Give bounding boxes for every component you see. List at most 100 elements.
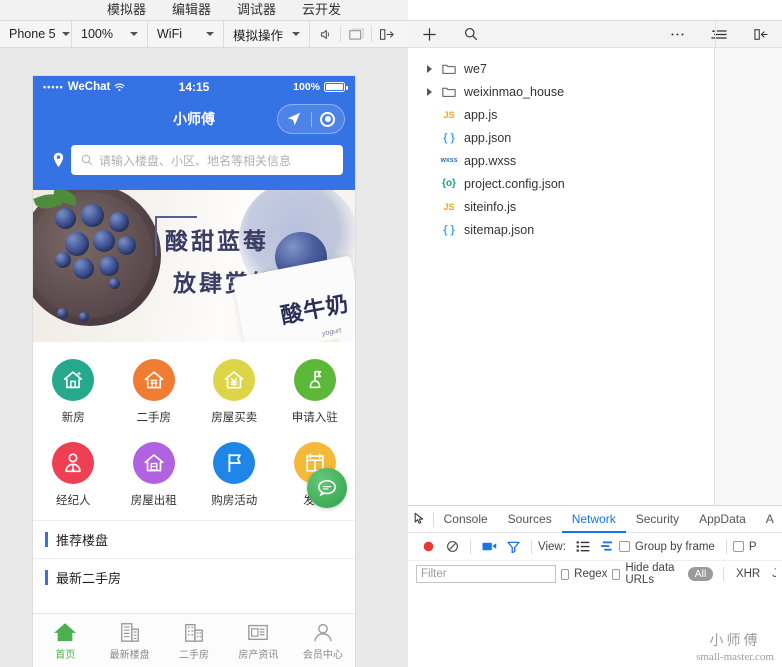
phone-tabbar: 首页 最新楼盘 二手房 房产资讯 会员中心 bbox=[33, 613, 355, 667]
filter-type-all[interactable]: All bbox=[687, 567, 714, 581]
toolbar-divider bbox=[470, 539, 471, 554]
tab-member-center[interactable]: 会员中心 bbox=[291, 621, 355, 661]
tab-console[interactable]: Console bbox=[434, 506, 498, 533]
add-icon[interactable] bbox=[408, 27, 450, 42]
apartment-icon bbox=[185, 623, 203, 642]
location-arrow-icon[interactable] bbox=[278, 111, 311, 127]
section-recommended[interactable]: 推荐楼盘 bbox=[33, 520, 355, 558]
tree-row-file[interactable]: wxss app.wxss bbox=[408, 149, 714, 172]
filter-type-js[interactable]: J bbox=[772, 568, 776, 580]
toolbar-divider bbox=[725, 539, 727, 554]
file-tree: we7 weixinmao_house JS app.js { } app.js… bbox=[408, 48, 714, 505]
collapse-panel-icon[interactable] bbox=[740, 28, 782, 41]
carrier-label: WeChat bbox=[67, 81, 111, 93]
tab-property-news[interactable]: 房产资讯 bbox=[226, 621, 290, 661]
top-menu-simulator[interactable]: 模拟器 bbox=[107, 0, 146, 20]
tree-item-label: sitemap.json bbox=[464, 222, 535, 237]
tree-row-file[interactable]: JS app.js bbox=[408, 103, 714, 126]
top-menu-debugger[interactable]: 调试器 bbox=[237, 0, 276, 20]
tab-security[interactable]: Security bbox=[626, 506, 689, 533]
grid-item-buy-activity[interactable]: 购房活动 bbox=[194, 433, 275, 516]
tab-label: 会员中心 bbox=[302, 649, 343, 661]
zoom-select-value: 100% bbox=[81, 27, 113, 41]
grid-label: 房屋买卖 bbox=[211, 412, 258, 424]
tab-network[interactable]: Network bbox=[562, 506, 626, 533]
tab-latest-buildings[interactable]: 最新楼盘 bbox=[97, 621, 161, 661]
filter-icon[interactable] bbox=[501, 541, 525, 553]
top-menu-editor[interactable]: 编辑器 bbox=[172, 0, 211, 20]
preserve-log-label: P bbox=[748, 540, 757, 553]
search-placeholder: 请输入楼盘、小区、地名等相关信息 bbox=[99, 153, 292, 168]
record-icon[interactable] bbox=[416, 540, 440, 553]
filter-input[interactable] bbox=[416, 565, 556, 583]
grid-item-new-house[interactable]: 新房 bbox=[33, 350, 114, 433]
house-trade-icon bbox=[213, 359, 256, 401]
chevron-down-icon bbox=[206, 32, 214, 36]
tab-appdata[interactable]: AppData bbox=[689, 506, 756, 533]
group-by-frame-checkbox[interactable] bbox=[618, 541, 630, 552]
feature-grid: 新房 二手房 房屋买卖 申请入驻 经纪人 房屋出租 购房活动 bbox=[33, 342, 355, 520]
banner-line-1: 酸甜蓝莓 bbox=[165, 228, 269, 255]
tree-row-file[interactable]: {o} project.config.json bbox=[408, 172, 714, 195]
js-file-icon: JS bbox=[443, 109, 455, 120]
wechat-capsule[interactable] bbox=[277, 104, 345, 134]
chat-bubble-icon[interactable] bbox=[307, 468, 347, 508]
more-target-icon[interactable] bbox=[312, 111, 345, 127]
devtools-tabbar: Console Sources Network Security AppData… bbox=[408, 506, 782, 533]
grid-label: 申请入驻 bbox=[291, 412, 338, 424]
tab-home[interactable]: 首页 bbox=[33, 621, 97, 661]
tab-second-hand[interactable]: 二手房 bbox=[162, 621, 226, 661]
tab-sources[interactable]: Sources bbox=[498, 506, 562, 533]
chevron-right-icon[interactable] bbox=[422, 87, 436, 96]
js-file-icon: JS bbox=[443, 201, 455, 212]
camera-icon[interactable] bbox=[477, 541, 501, 552]
preserve-log-checkbox[interactable] bbox=[732, 541, 744, 552]
view-waterfall-icon[interactable] bbox=[595, 541, 619, 552]
zoom-select[interactable]: 100% bbox=[72, 21, 148, 47]
grid-item-house-rent[interactable]: 房屋出租 bbox=[114, 433, 195, 516]
hide-data-urls-checkbox[interactable] bbox=[612, 568, 621, 580]
tree-row-folder[interactable]: we7 bbox=[408, 57, 714, 80]
search-input[interactable]: 请输入楼盘、小区、地名等相关信息 bbox=[71, 145, 343, 175]
tree-row-file[interactable]: JS siteinfo.js bbox=[408, 195, 714, 218]
location-pin-icon[interactable] bbox=[45, 152, 71, 168]
tree-row-file[interactable]: { } app.json bbox=[408, 126, 714, 149]
network-toolbar: View: Group by frame P bbox=[408, 533, 782, 561]
more-icon[interactable] bbox=[656, 32, 698, 37]
top-menu-cloud[interactable]: 云开发 bbox=[302, 0, 341, 20]
tree-row-file[interactable]: { } sitemap.json bbox=[408, 218, 714, 241]
search-icon[interactable] bbox=[450, 27, 492, 41]
panel-toggle-icon[interactable] bbox=[372, 21, 402, 47]
apply-join-icon bbox=[293, 359, 336, 401]
tree-item-label: weixinmao_house bbox=[464, 84, 565, 99]
grid-item-second-hand[interactable]: 二手房 bbox=[114, 350, 195, 433]
grid-item-apply-join[interactable]: 申请入驻 bbox=[275, 350, 356, 433]
inspect-element-icon[interactable] bbox=[408, 512, 433, 526]
grid-item-agent[interactable]: 经纪人 bbox=[33, 433, 114, 516]
network-select[interactable]: WiFi bbox=[148, 21, 224, 47]
view-list-icon[interactable] bbox=[571, 541, 595, 552]
tree-row-folder[interactable]: weixinmao_house bbox=[408, 80, 714, 103]
toolbar-divider bbox=[715, 21, 716, 47]
filter-type-xhr[interactable]: XHR bbox=[736, 568, 760, 580]
simulate-action-select[interactable]: 模拟操作 bbox=[224, 21, 310, 47]
chevron-down-icon bbox=[61, 32, 70, 36]
sound-icon[interactable] bbox=[310, 21, 340, 47]
grid-item-house-trade[interactable]: 房屋买卖 bbox=[194, 350, 275, 433]
promo-banner[interactable]: 酸甜蓝莓 放肆赏鲜 酸牛奶 yogurt bbox=[33, 190, 355, 342]
toolbar-divider bbox=[531, 539, 532, 554]
tree-item-label: app.wxss bbox=[464, 153, 517, 168]
tree-item-label: project.config.json bbox=[464, 176, 565, 191]
clear-icon[interactable] bbox=[440, 540, 464, 553]
battery-percent: 100% bbox=[293, 81, 321, 93]
regex-checkbox[interactable] bbox=[561, 568, 570, 580]
new-house-icon bbox=[52, 359, 95, 401]
chevron-right-icon[interactable] bbox=[422, 64, 436, 73]
battery-icon bbox=[324, 82, 348, 92]
outline-icon[interactable] bbox=[698, 28, 740, 41]
section-latest-secondhand[interactable]: 最新二手房 bbox=[33, 558, 355, 596]
status-time: 14:15 bbox=[178, 80, 210, 94]
window-icon[interactable] bbox=[341, 21, 371, 47]
device-select[interactable]: Phone 5 bbox=[0, 21, 72, 47]
tab-overflow[interactable]: A bbox=[756, 506, 782, 533]
